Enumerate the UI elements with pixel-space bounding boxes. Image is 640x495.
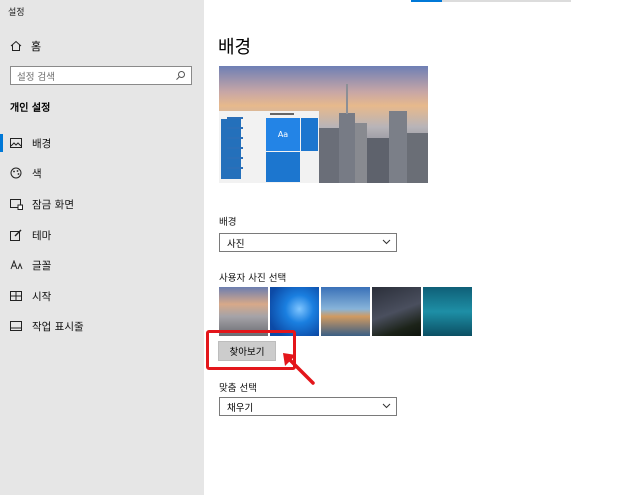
thumbnail-windows[interactable] [270, 287, 319, 336]
sidebar-item-label: 시작 [32, 290, 52, 303]
section-title: 개인 설정 [10, 103, 51, 114]
sidebar-item-label: 작업 표시줄 [32, 320, 84, 333]
background-dropdown[interactable]: 사진 [219, 233, 397, 252]
picture-icon [9, 136, 23, 150]
lock-screen-icon [9, 197, 23, 211]
thumbnail-underwater[interactable] [423, 287, 472, 336]
thumbnail-night-sky[interactable] [372, 287, 421, 336]
home-icon [10, 40, 22, 51]
sidebar: 설정 홈 설정 검색 개인 설정 배경 색 잠금 화면 테마 글꼴 시작 작업 … [0, 0, 204, 495]
preview-tile: Aa [266, 118, 300, 151]
sidebar-item-label: 글꼴 [32, 259, 52, 272]
taskbar-icon [9, 319, 23, 333]
sidebar-item-label: 잠금 화면 [32, 198, 74, 211]
sidebar-item-start[interactable]: 시작 [0, 284, 204, 308]
sidebar-item-background[interactable]: 배경 [0, 131, 204, 155]
search-input[interactable]: 설정 검색 [10, 66, 192, 85]
sidebar-item-color[interactable]: 색 [0, 161, 204, 185]
sidebar-item-fonts[interactable]: 글꼴 [0, 253, 204, 277]
background-dropdown-value: 사진 [227, 238, 245, 250]
sidebar-item-label: 테마 [32, 229, 52, 242]
picture-thumbnails [219, 287, 472, 336]
thumbnail-city[interactable] [219, 287, 268, 336]
chevron-down-icon [382, 403, 391, 409]
start-icon [9, 289, 23, 303]
annotation-arrow-icon [283, 353, 315, 385]
background-preview: Aa [219, 66, 428, 183]
background-label: 배경 [219, 217, 237, 228]
choose-picture-label: 사용자 사진 선택 [219, 273, 287, 284]
page-title: 배경 [218, 37, 252, 58]
search-icon [176, 71, 185, 80]
palette-icon [9, 166, 23, 180]
sidebar-item-lock-screen[interactable]: 잠금 화면 [0, 192, 204, 216]
search-placeholder: 설정 검색 [17, 71, 55, 83]
fit-label: 맞춤 선택 [219, 383, 257, 394]
main-content: 배경 Aa 배경 사진 사용자 사진 선택 찾아보기 맞춤 선택 채우기 [204, 0, 640, 495]
brush-icon [9, 228, 23, 242]
fit-dropdown[interactable]: 채우기 [219, 397, 397, 416]
sidebar-item-theme[interactable]: 테마 [0, 223, 204, 247]
thumbnail-beach[interactable] [321, 287, 370, 336]
window-mockup: Aa [219, 111, 319, 183]
home-link[interactable]: 홈 [10, 38, 41, 54]
top-tab-strip [411, 0, 571, 2]
chevron-down-icon [382, 239, 391, 245]
sidebar-item-label: 색 [32, 167, 42, 180]
sidebar-item-label: 배경 [32, 137, 52, 150]
font-icon [9, 258, 23, 272]
app-title: 설정 [8, 8, 25, 18]
home-label: 홈 [31, 40, 42, 53]
sidebar-item-taskbar[interactable]: 작업 표시줄 [0, 314, 204, 338]
fit-dropdown-value: 채우기 [227, 402, 254, 414]
